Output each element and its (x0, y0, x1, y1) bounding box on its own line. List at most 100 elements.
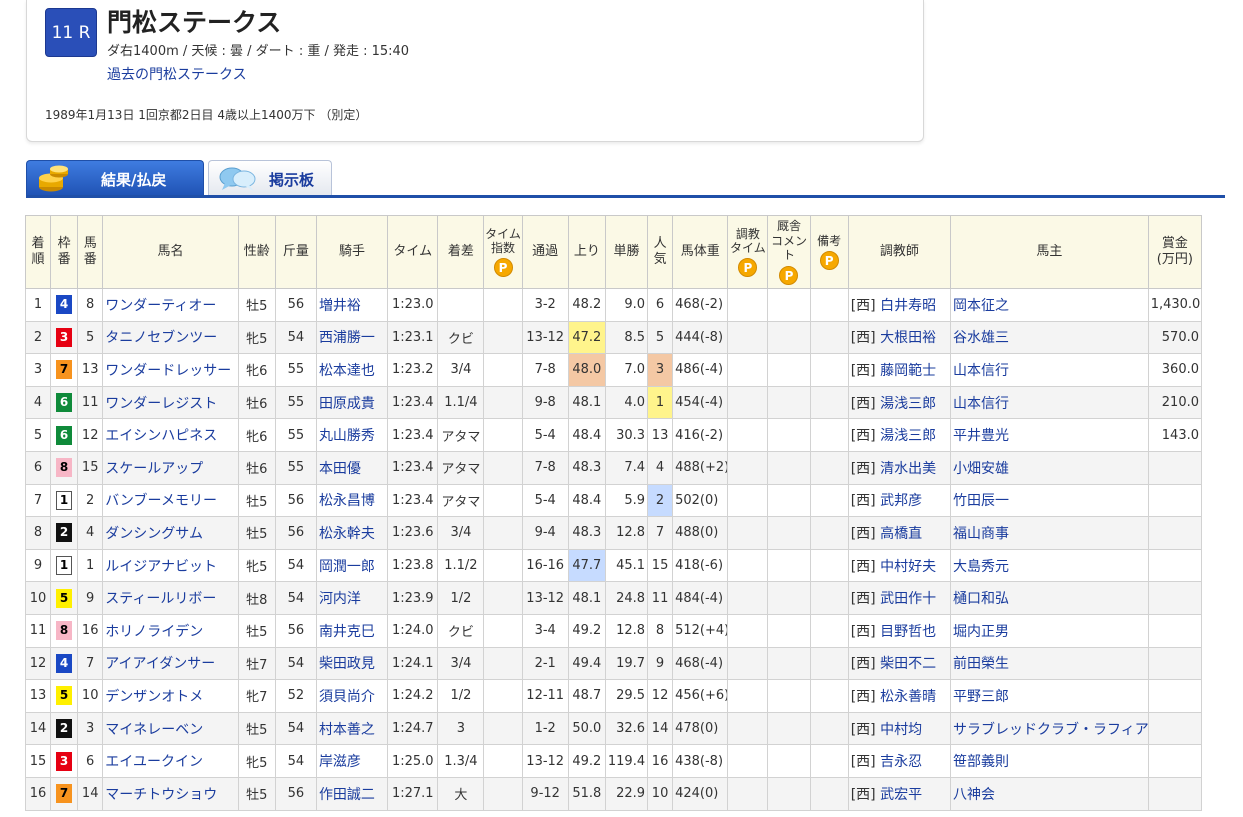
jockey-text[interactable]: 河内洋 (319, 591, 361, 607)
owner-link[interactable]: 竹田辰一 (950, 483, 1149, 518)
col-rank[interactable]: 着順 (24, 215, 52, 289)
col-remarks[interactable]: 備考 P (809, 215, 849, 289)
col-horse[interactable]: 馬名 (102, 215, 239, 289)
jockey-text[interactable]: 松本達也 (319, 363, 375, 379)
owner-link[interactable]: 福山商事 (950, 516, 1149, 550)
jockey-link[interactable]: 須貝尚介 (315, 679, 389, 713)
horse-name-link[interactable]: ワンダードレッサー (102, 353, 239, 387)
horse-name-text[interactable]: ホリノライデン (105, 624, 203, 640)
jockey-link[interactable]: 河内洋 (315, 581, 389, 615)
owner-link[interactable]: 堀内正男 (950, 613, 1149, 648)
jockey-text[interactable]: 増井裕 (319, 298, 361, 314)
past-races-link[interactable]: 過去の門松ステークス (107, 64, 247, 84)
jockey-text[interactable]: 村本善之 (319, 722, 375, 738)
jockey-text[interactable]: 西浦勝一 (319, 330, 375, 346)
horse-name-text[interactable]: ワンダーティオー (105, 298, 216, 314)
col-owner[interactable]: 馬主 (950, 215, 1149, 289)
jockey-link[interactable]: 松永昌博 (315, 483, 389, 518)
owner-link[interactable]: 山本信行 (950, 385, 1149, 420)
jockey-text[interactable]: 本田優 (319, 461, 361, 477)
horse-name-link[interactable]: ワンダーレジスト (102, 385, 239, 420)
trainer-link[interactable]: 武宏平 (880, 787, 922, 803)
jockey-link[interactable]: 村本善之 (315, 711, 389, 746)
jockey-text[interactable]: 田原成貴 (319, 396, 375, 412)
owner-text[interactable]: サラブレッドクラブ・ラフィアン (953, 722, 1147, 738)
jockey-text[interactable]: 須貝尚介 (319, 689, 375, 705)
col-weight[interactable]: 斤量 (274, 215, 317, 289)
jockey-text[interactable]: 松永昌博 (319, 493, 375, 509)
horse-name-text[interactable]: デンザンオトメ (105, 689, 203, 705)
jockey-link[interactable]: 柴田政見 (315, 646, 389, 681)
owner-text[interactable]: 谷水雄三 (953, 330, 1009, 346)
trainer-link[interactable]: 武田作十 (880, 591, 936, 607)
trainer-link[interactable]: 吉永忍 (880, 754, 922, 770)
trainer-link[interactable]: 目野哲也 (880, 624, 936, 640)
col-sexage[interactable]: 性齢 (237, 215, 276, 289)
col-passing[interactable]: 通過 (521, 215, 569, 289)
owner-link[interactable]: 前田榮生 (950, 646, 1149, 681)
owner-link[interactable]: 谷水雄三 (950, 320, 1149, 355)
jockey-link[interactable]: 本田優 (315, 450, 389, 485)
owner-text[interactable]: 八神会 (953, 787, 995, 803)
owner-link[interactable]: 岡本征之 (950, 288, 1149, 322)
trainer-link[interactable]: 湯浅三郎 (880, 396, 936, 412)
horse-name-link[interactable]: エイシンハピネス (102, 418, 239, 452)
owner-link[interactable]: 樋口和弘 (950, 581, 1149, 615)
owner-text[interactable]: 山本信行 (953, 363, 1009, 379)
col-umaban[interactable]: 馬番 (77, 215, 104, 289)
horse-name-text[interactable]: タニノセブンツー (105, 330, 217, 346)
owner-link[interactable]: 平野三郎 (950, 679, 1149, 713)
horse-name-link[interactable]: ダンシングサム (102, 516, 239, 550)
owner-text[interactable]: 山本信行 (953, 396, 1009, 412)
tab-board[interactable]: 掲示板 (208, 160, 332, 196)
col-time[interactable]: タイム (387, 215, 439, 289)
col-last3f[interactable]: 上り (567, 215, 606, 289)
jockey-text[interactable]: 丸山勝秀 (319, 428, 375, 444)
horse-name-text[interactable]: アイアイダンサー (105, 656, 215, 672)
trainer-link[interactable]: 清水出美 (880, 461, 936, 477)
horse-name-link[interactable]: マーチトウショウ (102, 776, 239, 811)
jockey-link[interactable]: 松永幹夫 (315, 516, 389, 550)
col-bodyweight[interactable]: 馬体重 (672, 215, 729, 289)
col-odds[interactable]: 単勝 (604, 215, 649, 289)
col-prize[interactable]: 賞金 (万円) (1147, 215, 1203, 289)
owner-link[interactable]: 山本信行 (950, 353, 1149, 387)
col-jockey[interactable]: 騎手 (315, 215, 389, 289)
col-margin[interactable]: 着差 (437, 215, 485, 289)
horse-name-text[interactable]: ルイジアナビット (105, 559, 217, 575)
horse-name-link[interactable]: スケールアップ (102, 450, 239, 485)
col-stable-comment[interactable]: 厩舎 コメント P (767, 215, 811, 289)
jockey-text[interactable]: 岸滋彦 (319, 754, 361, 770)
jockey-text[interactable]: 作田誠二 (319, 787, 375, 803)
owner-text[interactable]: 大島秀元 (953, 559, 1009, 575)
horse-name-link[interactable]: ルイジアナビット (102, 548, 239, 583)
jockey-link[interactable]: 岡潤一郎 (315, 548, 389, 583)
owner-link[interactable]: 八神会 (950, 776, 1149, 811)
horse-name-link[interactable]: スティールリボー (102, 581, 239, 615)
col-trainer[interactable]: 調教師 (847, 215, 952, 289)
owner-text[interactable]: 竹田辰一 (953, 493, 1009, 509)
col-waku[interactable]: 枠番 (50, 215, 79, 289)
jockey-link[interactable]: 作田誠二 (315, 776, 389, 811)
owner-text[interactable]: 前田榮生 (953, 656, 1009, 672)
jockey-text[interactable]: 岡潤一郎 (319, 559, 375, 575)
col-popularity[interactable]: 人気 (647, 215, 674, 289)
jockey-link[interactable]: 西浦勝一 (315, 320, 389, 355)
horse-name-text[interactable]: バンブーメモリー (105, 493, 217, 509)
owner-link[interactable]: 大島秀元 (950, 548, 1149, 583)
jockey-link[interactable]: 田原成貴 (315, 385, 389, 420)
horse-name-text[interactable]: スケールアップ (105, 461, 203, 477)
horse-name-text[interactable]: エイシンハピネス (105, 428, 217, 444)
owner-text[interactable]: 樋口和弘 (953, 591, 1009, 607)
trainer-link[interactable]: 柴田不二 (880, 656, 936, 672)
owner-text[interactable]: 小畑安雄 (953, 461, 1009, 477)
horse-name-link[interactable]: デンザンオトメ (102, 679, 239, 713)
jockey-text[interactable]: 松永幹夫 (319, 526, 375, 542)
trainer-link[interactable]: 白井寿昭 (880, 298, 936, 314)
col-training-time[interactable]: 調教 タイム P (727, 215, 769, 289)
jockey-link[interactable]: 丸山勝秀 (315, 418, 389, 452)
owner-link[interactable]: 小畑安雄 (950, 450, 1149, 485)
horse-name-link[interactable]: ワンダーティオー (102, 288, 239, 322)
trainer-link[interactable]: 松永善晴 (880, 689, 936, 705)
horse-name-text[interactable]: マイネレーベン (105, 722, 203, 738)
